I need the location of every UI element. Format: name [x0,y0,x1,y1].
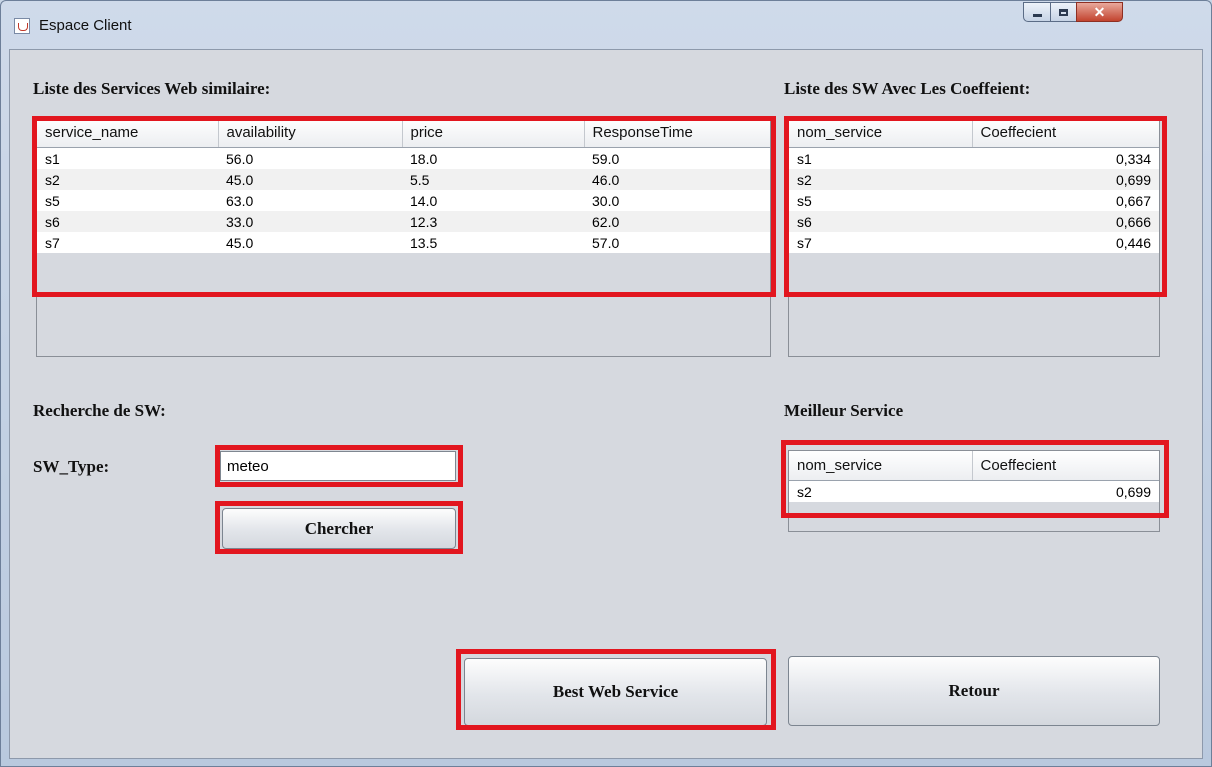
similar-table-row[interactable]: s5 63.0 14.0 30.0 [37,190,770,211]
best-table-cell[interactable]: 0,699 [972,480,1159,502]
best-table-cell[interactable]: s2 [789,480,972,502]
similar-table-cell[interactable]: 33.0 [218,211,402,232]
similar-services-table[interactable]: service_name availability price ResponseTim… [37,118,770,253]
similar-table-cell[interactable]: 45.0 [218,169,402,190]
best-column-header[interactable]: nom_service [789,451,973,481]
best-column-header[interactable]: Coeffecient [972,451,1159,481]
maximize-icon [1059,8,1068,16]
coefficient-table-cell[interactable]: 0,699 [972,169,1159,190]
similar-table-row[interactable]: s2 45.0 5.5 46.0 [37,169,770,190]
similar-services-scrollpane[interactable]: service_name availability price ResponseTim… [36,117,771,357]
similar-table-cell[interactable]: 57.0 [584,232,770,253]
similar-table-cell[interactable]: 62.0 [584,211,770,232]
retour-button[interactable]: Retour [788,656,1160,726]
similar-table-cell[interactable]: 56.0 [218,147,402,169]
maximize-button[interactable] [1050,2,1077,22]
similar-table-cell[interactable]: 30.0 [584,190,770,211]
best-service-table[interactable]: nom_service Coeffecient s2 0,699 [789,451,1159,502]
similar-table-cell[interactable]: 63.0 [218,190,402,211]
coefficient-table-cell[interactable]: 0,446 [972,232,1159,253]
similar-table-cell[interactable]: 59.0 [584,147,770,169]
coefficient-table-row[interactable]: s6 0,666 [789,211,1159,232]
best-service-scrollpane[interactable]: nom_service Coeffecient s2 0,699 [788,450,1160,532]
app-window: Espace Client ✕ Liste des Services Web s… [0,0,1212,767]
coefficients-table[interactable]: nom_service Coeffecient s1 0,334 s2 0,699 s5 0… [789,118,1159,253]
coefficient-table-cell[interactable]: s6 [789,211,972,232]
coefficient-table-cell[interactable]: s7 [789,232,972,253]
coefficient-table-row[interactable]: s2 0,699 [789,169,1159,190]
similar-column-header[interactable]: availability [218,118,403,148]
coefficient-table-cell[interactable]: s5 [789,190,972,211]
window-title: Espace Client [39,17,132,34]
similar-table-cell[interactable]: 14.0 [402,190,584,211]
similar-table-row[interactable]: s7 45.0 13.5 57.0 [37,232,770,253]
coefficient-table-cell[interactable]: 0,334 [972,147,1159,169]
similar-table-cell[interactable]: s7 [37,232,218,253]
close-icon: ✕ [1093,3,1106,20]
similar-table-cell[interactable]: s6 [37,211,218,232]
best-service-title: Meilleur Service [784,401,904,420]
coefficient-table-row[interactable]: s7 0,446 [789,232,1159,253]
coefficient-table-cell[interactable]: s1 [789,147,972,169]
similar-column-header[interactable]: price [402,118,585,148]
title-bar[interactable]: Espace Client ✕ [1,1,1211,49]
java-app-icon [14,18,30,34]
best-web-service-button[interactable]: Best Web Service [464,658,767,726]
sw-type-input[interactable] [220,451,456,481]
similar-table-cell[interactable]: 45.0 [218,232,402,253]
sw-type-label: SW_Type: [33,457,110,476]
similar-table-row[interactable]: s6 33.0 12.3 62.0 [37,211,770,232]
similar-table-cell[interactable]: s2 [37,169,218,190]
client-area: Liste des Services Web similaire: servic… [9,49,1203,759]
similar-table-cell[interactable]: 12.3 [402,211,584,232]
similar-table-row[interactable]: s1 56.0 18.0 59.0 [37,147,770,169]
coefficients-scrollpane[interactable]: nom_service Coeffecient s1 0,334 s2 0,699 s5 0… [788,117,1160,357]
coefficient-column-header[interactable]: Coeffecient [972,118,1159,148]
search-title: Recherche de SW: [33,401,166,420]
coefficient-column-header[interactable]: nom_service [789,118,973,148]
similar-column-header[interactable]: ResponseTime [584,118,770,148]
coefficient-table-cell[interactable]: s2 [789,169,972,190]
chercher-button[interactable]: Chercher [222,508,456,549]
best-table-row[interactable]: s2 0,699 [789,480,1159,502]
similar-table-cell[interactable]: 18.0 [402,147,584,169]
similar-table-cell[interactable]: 46.0 [584,169,770,190]
minimize-button[interactable] [1023,2,1051,22]
coefficient-table-row[interactable]: s5 0,667 [789,190,1159,211]
similar-table-cell[interactable]: s5 [37,190,218,211]
coefficients-title: Liste des SW Avec Les Coeffeient: [784,79,1031,98]
similar-table-cell[interactable]: 5.5 [402,169,584,190]
similar-services-title: Liste des Services Web similaire: [33,79,271,98]
coefficient-table-cell[interactable]: 0,667 [972,190,1159,211]
similar-table-cell[interactable]: 13.5 [402,232,584,253]
similar-table-cell[interactable]: s1 [37,147,218,169]
coefficient-table-row[interactable]: s1 0,334 [789,147,1159,169]
minimize-icon [1032,14,1042,17]
similar-column-header[interactable]: service_name [37,118,219,148]
close-button[interactable]: ✕ [1076,2,1123,22]
coefficient-table-cell[interactable]: 0,666 [972,211,1159,232]
